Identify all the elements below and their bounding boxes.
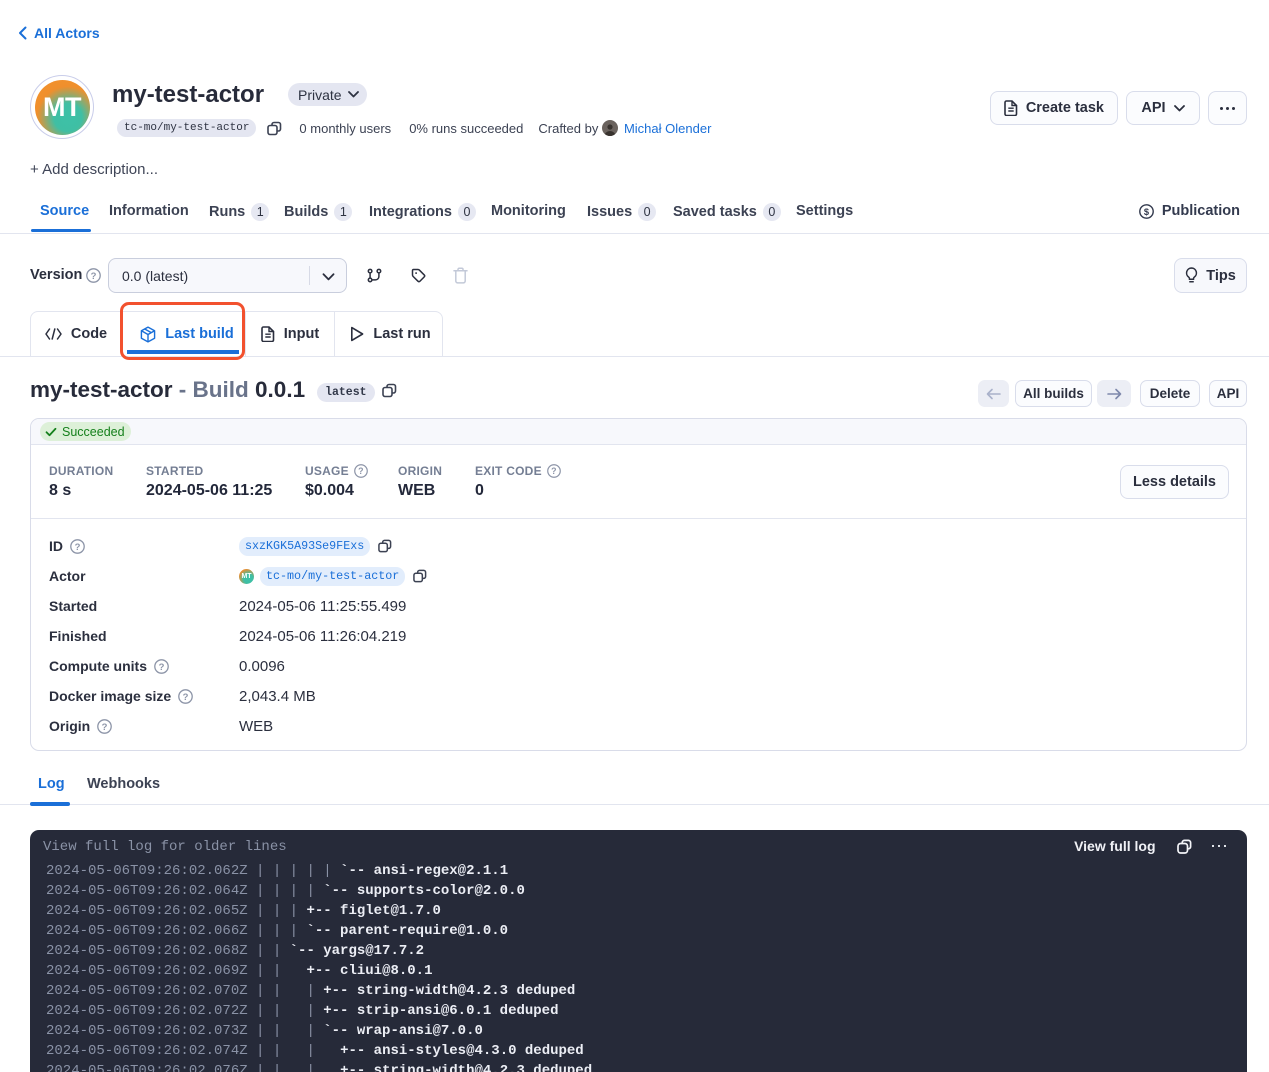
svg-text:?: ? <box>102 721 108 732</box>
svg-text:?: ? <box>183 691 189 702</box>
svg-text:?: ? <box>358 466 364 476</box>
svg-text:?: ? <box>75 541 81 552</box>
svg-text:?: ? <box>91 270 97 281</box>
svg-text:?: ? <box>159 661 165 672</box>
svg-text:$: $ <box>1144 206 1150 216</box>
svg-text:?: ? <box>551 466 557 476</box>
